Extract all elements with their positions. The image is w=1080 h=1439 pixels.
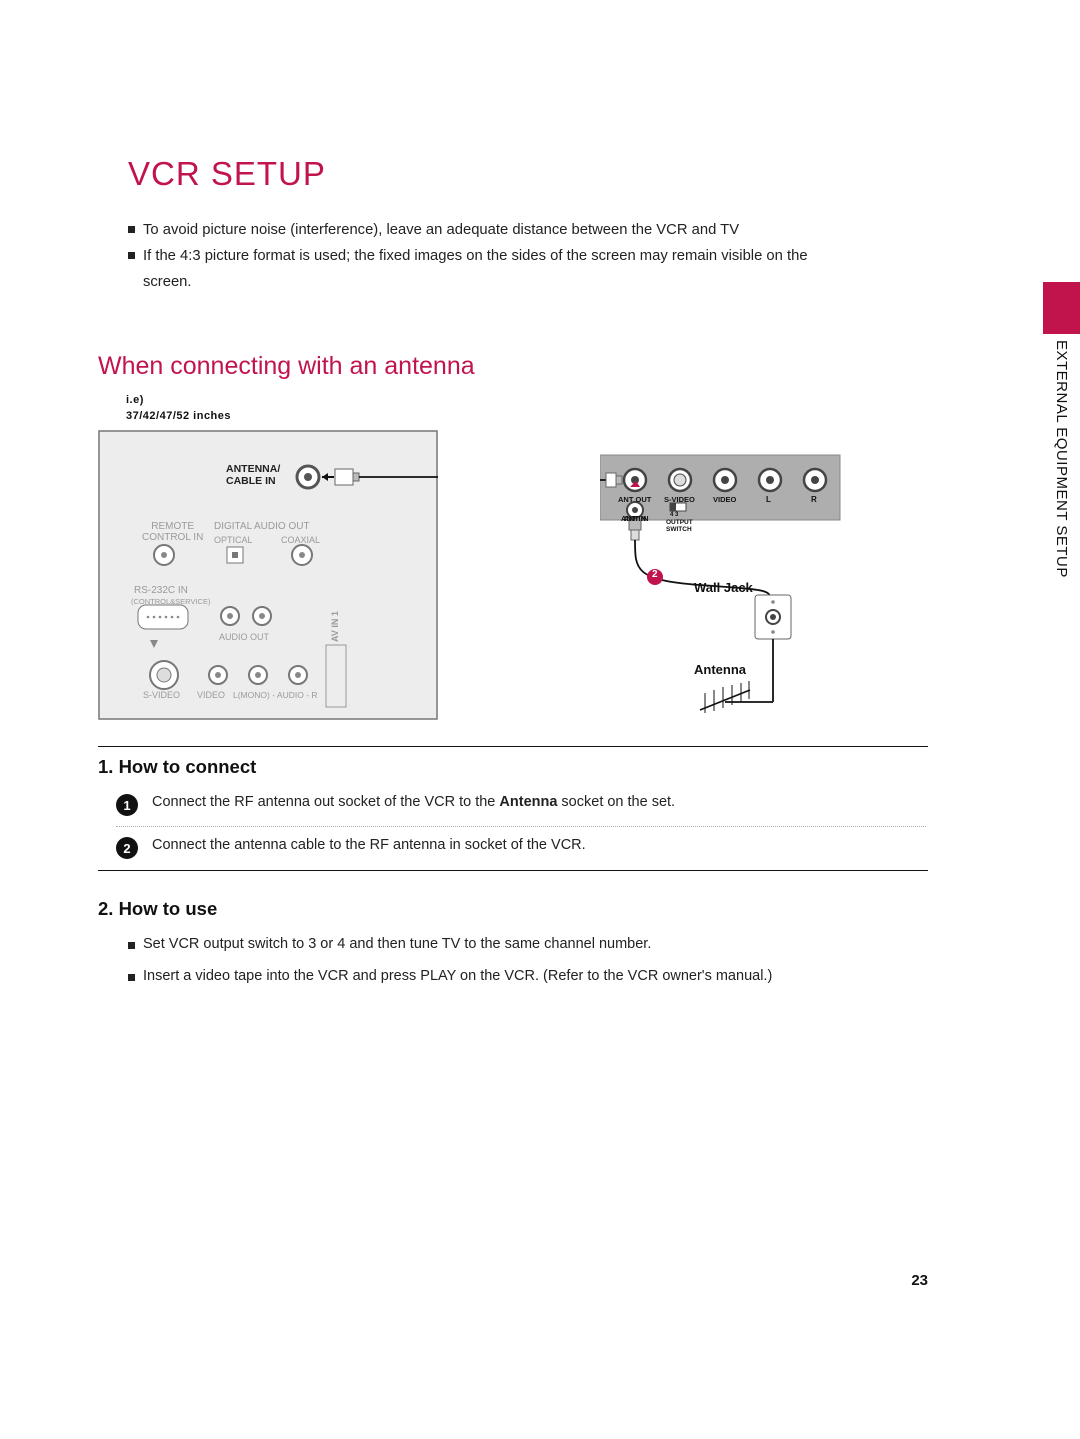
bullet-icon (128, 252, 135, 259)
divider (98, 746, 928, 747)
subtitle: When connecting with an antenna (98, 352, 475, 381)
label-wall-jack: Wall Jack (694, 580, 753, 595)
use-bullet-2: Insert a video tape into the VCR and pre… (143, 968, 772, 984)
intro-bullet-1: To avoid picture noise (interference), l… (143, 217, 739, 243)
bullet-icon (128, 226, 135, 233)
step-1-text: Connect the RF antenna out socket of the… (152, 794, 675, 810)
bullet-icon (128, 974, 135, 981)
how-to-connect-heading: 1. How to connect (98, 756, 256, 778)
use-bullet-1: Set VCR output switch to 3 or 4 and then… (143, 936, 651, 952)
diagram-marker-1: 1 (469, 472, 475, 483)
step-2-number: 2 (116, 837, 138, 859)
label-antenna: Antenna (694, 662, 746, 677)
diagram-marker-2: 2 (652, 569, 658, 580)
section-label: EXTERNAL EQUIPMENT SETUP (1053, 340, 1070, 578)
page-number: 23 (911, 1272, 928, 1289)
side-tab (1043, 282, 1080, 334)
intro-bullet-2: If the 4:3 picture format is used; the f… (143, 243, 858, 295)
page-title: VCR SETUP (128, 155, 326, 193)
step-1-number: 1 (116, 794, 138, 816)
use-list: Set VCR output switch to 3 or 4 and then… (128, 930, 928, 1000)
steps-list: 1 Connect the RF antenna out socket of t… (116, 784, 926, 869)
how-to-use-heading: 2. How to use (98, 898, 217, 920)
intro-block: To avoid picture noise (interference), l… (128, 217, 858, 295)
label-antenna-cable-in: ANTENNA/ (226, 463, 280, 475)
ie-note: i.e)37/42/47/52 inches (126, 392, 231, 424)
bullet-icon (128, 942, 135, 949)
divider (98, 870, 928, 871)
step-2-text: Connect the antenna cable to the RF ante… (152, 837, 586, 853)
